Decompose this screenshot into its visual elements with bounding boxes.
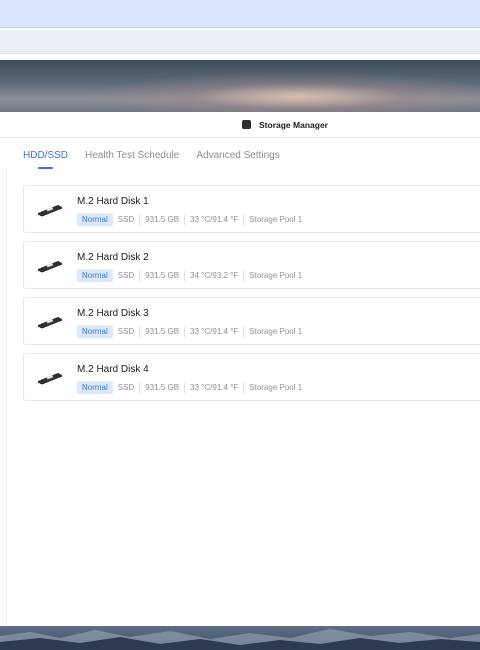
disk-temperature: 33 °C/91.4 °F [184, 214, 243, 225]
disk-name: M.2 Hard Disk 3 [77, 308, 149, 319]
disk-meta: Normal SSD 931.5 GB 34 °C/93.2 °F Storag… [77, 269, 307, 282]
m2-ssd-icon [36, 202, 64, 223]
disk-type: SSD [117, 270, 135, 280]
disk-meta: Normal SSD 931.5 GB 33 °C/91.4 °F Storag… [77, 213, 307, 226]
disk-type: SSD [117, 326, 135, 336]
disk-type: SSD [117, 214, 135, 224]
disk-temperature: 33 °C/91.4 °F [184, 382, 243, 393]
disk-temperature: 33 °C/91.4 °F [184, 326, 243, 337]
disk-capacity: 931.5 GB [139, 214, 184, 225]
disk-capacity: 931.5 GB [139, 382, 184, 393]
storage-manager-window: Storage Manager HDD/SSD Health Test Sche… [0, 112, 480, 626]
window-titlebar[interactable]: Storage Manager [0, 112, 480, 138]
disk-card[interactable]: M.2 Hard Disk 1 Normal SSD 931.5 GB 33 °… [23, 185, 480, 233]
m2-ssd-icon [36, 370, 64, 391]
disk-pool: Storage Pool 1 [243, 382, 307, 393]
storage-manager-icon [242, 120, 252, 129]
tab-health-test-schedule[interactable]: Health Test Schedule [85, 150, 179, 169]
tab-hdd-ssd[interactable]: HDD/SSD [23, 150, 68, 169]
disk-meta: Normal SSD 931.5 GB 33 °C/91.4 °F Storag… [77, 325, 307, 338]
m2-ssd-icon [36, 314, 64, 335]
disk-list: M.2 Hard Disk 1 Normal SSD 931.5 GB 33 °… [6, 168, 480, 626]
desktop-wallpaper-top [0, 60, 480, 112]
disk-pool: Storage Pool 1 [243, 326, 307, 337]
disk-type: SSD [117, 382, 135, 392]
disk-pool: Storage Pool 1 [243, 270, 307, 281]
disk-temperature: 34 °C/93.2 °F [184, 270, 243, 281]
disk-name: M.2 Hard Disk 2 [77, 252, 149, 263]
disk-meta: Normal SSD 931.5 GB 33 °C/91.4 °F Storag… [77, 381, 307, 394]
disk-capacity: 931.5 GB [139, 326, 184, 337]
tab-bar: HDD/SSD Health Test Schedule Advanced Se… [23, 150, 297, 169]
m2-ssd-icon [36, 258, 64, 279]
tab-advanced-settings[interactable]: Advanced Settings [196, 150, 279, 169]
status-badge: Normal [77, 213, 113, 226]
status-badge: Normal [77, 269, 113, 282]
browser-secondary-bar [0, 30, 480, 54]
disk-card[interactable]: M.2 Hard Disk 2 Normal SSD 931.5 GB 34 °… [23, 241, 480, 289]
disk-capacity: 931.5 GB [139, 270, 184, 281]
disk-name: M.2 Hard Disk 4 [77, 364, 149, 375]
disk-name: M.2 Hard Disk 1 [77, 196, 149, 207]
browser-top-bar [0, 0, 480, 28]
status-badge: Normal [77, 381, 113, 394]
disk-card[interactable]: M.2 Hard Disk 3 Normal SSD 931.5 GB 33 °… [23, 297, 480, 345]
window-title: Storage Manager [259, 119, 328, 130]
status-badge: Normal [77, 325, 113, 338]
disk-card[interactable]: M.2 Hard Disk 4 Normal SSD 931.5 GB 33 °… [23, 353, 480, 401]
desktop-wallpaper-bottom [0, 626, 480, 650]
disk-pool: Storage Pool 1 [243, 214, 307, 225]
